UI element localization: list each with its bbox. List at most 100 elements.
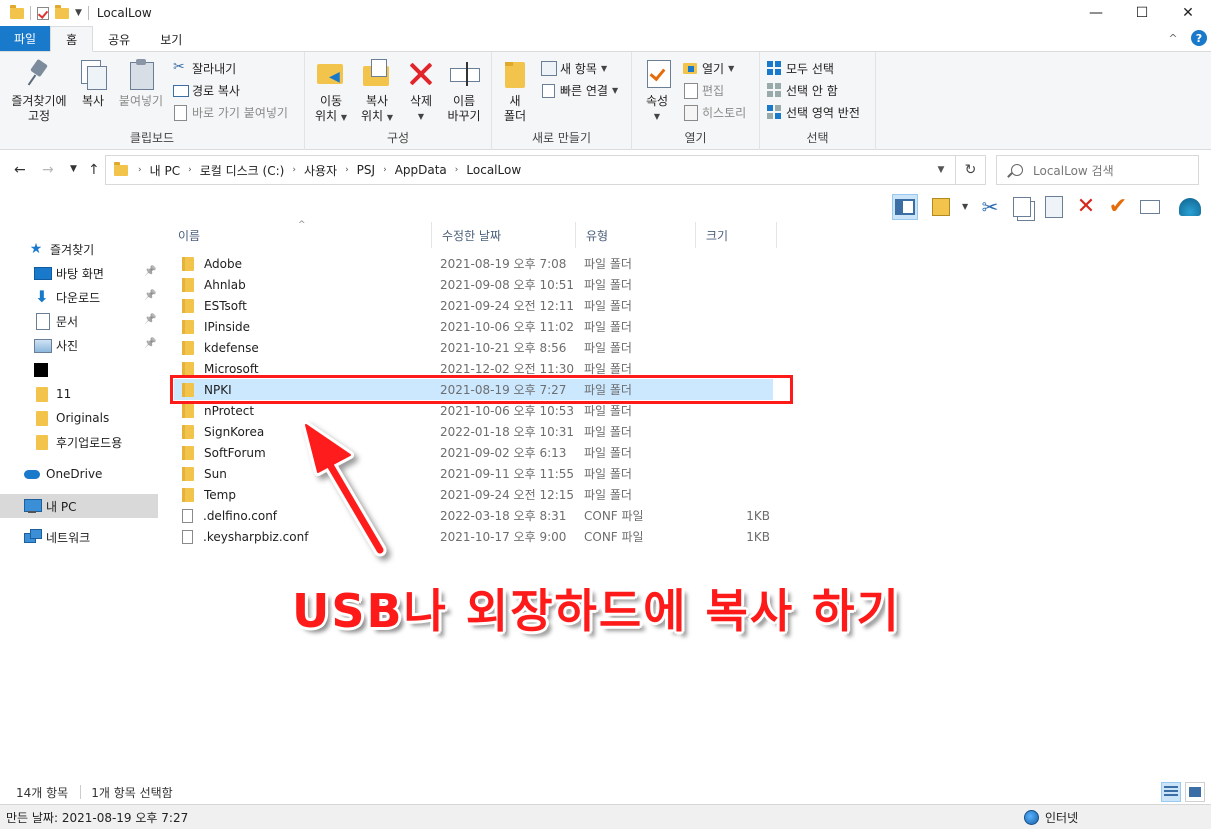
file-row[interactable]: Adobe 2021-08-19 오후 7:08 파일 폴더	[174, 253, 974, 274]
easy-access-button[interactable]: 빠른 연결 ▼	[540, 80, 618, 100]
breadcrumb-item[interactable]: PSJ	[351, 163, 381, 177]
address-dropdown-icon[interactable]: ▼	[927, 165, 955, 175]
file-row[interactable]: kdefense 2021-10-21 오후 8:56 파일 폴더	[174, 337, 974, 358]
copy-path-label: 경로 복사	[192, 83, 240, 98]
pin-icon[interactable]: 📌	[144, 290, 156, 302]
new-folder-button[interactable]: 새 폴더	[498, 58, 532, 124]
chevron-right-icon[interactable]: ›	[381, 165, 389, 175]
recent-locations-icon[interactable]: ▼	[70, 164, 77, 174]
shell-toolbar-button[interactable]	[1177, 194, 1203, 220]
column-header-name[interactable]: 이름 ^	[168, 220, 432, 248]
chevron-right-icon[interactable]: ›	[290, 165, 298, 175]
refresh-icon[interactable]: ↻	[955, 156, 985, 184]
column-header-size[interactable]: 크기	[696, 222, 777, 248]
tab-file[interactable]: 파일	[0, 26, 51, 51]
forward-arrow-icon[interactable]: →	[42, 162, 54, 178]
properties-button[interactable]: 속성 ▼	[640, 58, 674, 124]
column-header-modified[interactable]: 수정한 날짜	[432, 222, 576, 248]
pin-icon[interactable]: 📌	[144, 314, 156, 326]
breadcrumb-item[interactable]: AppData	[389, 163, 453, 177]
move-to-button[interactable]: 이동 위치 ▼	[311, 58, 351, 125]
properties-icon[interactable]	[37, 6, 49, 20]
column-header-type[interactable]: 유형	[576, 222, 696, 248]
minimize-button[interactable]: —	[1073, 0, 1119, 26]
new-folder-icon[interactable]	[55, 4, 69, 19]
nav-item[interactable]: Originals	[0, 406, 158, 430]
file-modified: 2021-09-02 오후 6:13	[440, 446, 567, 460]
invert-selection-button[interactable]: 선택 영역 반전	[766, 102, 860, 122]
nav-item[interactable]: 내 PC	[0, 494, 158, 518]
back-arrow-icon[interactable]: ←	[14, 162, 26, 178]
help-icon[interactable]: ?	[1191, 30, 1207, 46]
pin-icon[interactable]: 📌	[144, 338, 156, 350]
nav-item[interactable]: 바탕 화면 📌	[0, 261, 158, 285]
file-row[interactable]: Temp 2021-09-24 오전 12:15 파일 폴더	[174, 484, 974, 505]
cut-button[interactable]: 잘라내기	[172, 58, 236, 78]
collapse-ribbon-icon[interactable]: ^	[1165, 30, 1181, 46]
status-bar: 14개 항목 1개 항목 선택함	[0, 780, 1211, 804]
copy-toolbar-button[interactable]	[1009, 194, 1035, 220]
history-button[interactable]: 히스토리	[682, 102, 746, 122]
tab-view[interactable]: 보기	[145, 27, 197, 51]
address-bar[interactable]: › 내 PC › 로컬 디스크 (C:) › 사용자 › PSJ › AppData › LocalL…	[105, 155, 986, 185]
large-icons-view-button[interactable]	[1185, 782, 1205, 802]
file-row[interactable]: SoftForum 2021-09-02 오후 6:13 파일 폴더	[174, 442, 974, 463]
nav-item[interactable]: 사진 📌	[0, 333, 158, 357]
search-box[interactable]: LocalLow 검색	[996, 155, 1199, 185]
delete-toolbar-button[interactable]: ✕	[1073, 194, 1099, 220]
breadcrumb-item[interactable]: 로컬 디스크 (C:)	[194, 162, 291, 179]
open-button[interactable]: 열기 ▼	[682, 58, 734, 78]
view-dropdown-icon[interactable]: ▼	[962, 202, 968, 211]
copy-icon	[1013, 197, 1031, 217]
paste-shortcut-button[interactable]: 바로 가기 붙여넣기	[172, 102, 288, 122]
nav-item[interactable]: ⬇ 다운로드 📌	[0, 285, 158, 309]
paste-button[interactable]: 붙여넣기	[114, 58, 168, 109]
customize-dropdown-icon[interactable]: ▼	[75, 8, 82, 18]
maximize-button[interactable]: ☐	[1119, 0, 1165, 26]
nav-item[interactable]: 11	[0, 382, 158, 406]
copy-button[interactable]: 복사	[74, 58, 112, 109]
rename-toolbar-button[interactable]	[1137, 194, 1163, 220]
select-none-button[interactable]: 선택 안 함	[766, 80, 838, 100]
up-arrow-icon[interactable]: ↑	[88, 162, 100, 178]
breadcrumb-item[interactable]: 내 PC	[144, 162, 186, 179]
cut-toolbar-button[interactable]: ✂	[977, 194, 1003, 220]
nav-item[interactable]: 문서 📌	[0, 309, 158, 333]
file-row[interactable]: Ahnlab 2021-09-08 오후 10:51 파일 폴더	[174, 274, 974, 295]
chevron-right-icon[interactable]: ›	[343, 165, 351, 175]
preview-pane-button[interactable]	[892, 194, 918, 220]
copy-path-button[interactable]: 경로 복사	[172, 80, 240, 100]
file-row[interactable]: SignKorea 2022-01-18 오후 10:31 파일 폴더	[174, 421, 974, 442]
file-row[interactable]: IPinside 2021-10-06 오후 11:02 파일 폴더	[174, 316, 974, 337]
copy-to-button[interactable]: 복사 위치 ▼	[355, 58, 399, 125]
nav-item[interactable]: 네트워크	[0, 525, 158, 549]
pin-to-quick-access-button[interactable]: 즐겨찾기에 고정	[6, 58, 72, 124]
breadcrumb-item[interactable]: 사용자	[298, 162, 343, 179]
file-row[interactable]: .delfino.conf 2022-03-18 오후 8:31 CONF 파일 1K…	[174, 505, 974, 526]
nav-item[interactable]: OneDrive	[0, 462, 158, 486]
tab-home[interactable]: 홈	[50, 26, 94, 52]
pin-icon[interactable]: 📌	[144, 266, 156, 278]
paste-toolbar-button[interactable]	[1041, 194, 1067, 220]
rename-button[interactable]: 이름 바꾸기	[443, 58, 485, 124]
chevron-right-icon[interactable]: ›	[453, 165, 461, 175]
chevron-right-icon[interactable]: ›	[186, 165, 194, 175]
nav-item[interactable]: 후기업로드용	[0, 430, 158, 454]
details-view-button[interactable]	[1161, 782, 1181, 802]
file-row[interactable]: Sun 2021-09-11 오후 11:55 파일 폴더	[174, 463, 974, 484]
breadcrumb-item[interactable]: LocalLow	[460, 163, 527, 177]
tab-share[interactable]: 공유	[93, 27, 145, 51]
nav-item[interactable]	[0, 358, 158, 382]
select-all-button[interactable]: 모두 선택	[766, 58, 834, 78]
delete-button[interactable]: 삭제 ▼	[403, 58, 439, 124]
new-item-button[interactable]: 새 항목 ▼	[540, 58, 607, 78]
nav-item[interactable]: ★ 즐겨찾기	[0, 237, 158, 261]
edit-button[interactable]: 편집	[682, 80, 724, 100]
file-row[interactable]: ESTsoft 2021-09-24 오전 12:11 파일 폴더	[174, 295, 974, 316]
close-button[interactable]: ✕	[1165, 0, 1211, 26]
file-name: ESTsoft	[204, 298, 247, 313]
view-options-button[interactable]	[928, 194, 954, 220]
file-row[interactable]: .keysharpbiz.conf 2021-10-17 오후 9:00 CONF …	[174, 526, 974, 547]
chevron-right-icon[interactable]: ›	[136, 165, 144, 175]
properties-toolbar-button[interactable]: ✔	[1105, 194, 1131, 220]
